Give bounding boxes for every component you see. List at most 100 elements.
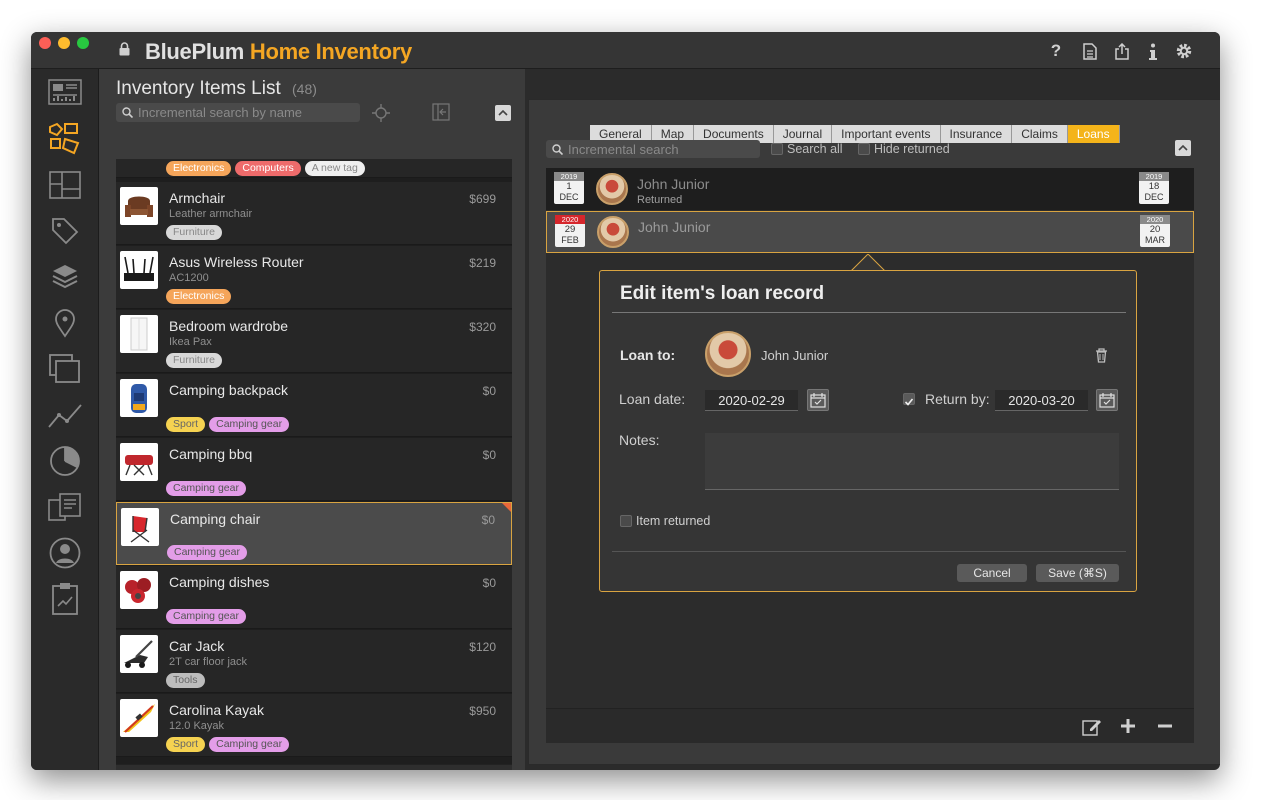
zoom-window-button[interactable] — [77, 37, 89, 49]
loan-date-field[interactable]: 2020-02-29 — [705, 390, 798, 411]
reports-icon[interactable] — [47, 490, 83, 524]
tag-list: Camping gear — [167, 545, 247, 560]
scroll-up-button[interactable] — [495, 105, 511, 121]
search-all-checkbox[interactable] — [771, 143, 783, 155]
item-returned-checkbox[interactable] — [620, 515, 632, 527]
list-item[interactable]: Electronics Computers A new tag — [116, 159, 512, 178]
pie-chart-icon[interactable] — [47, 444, 83, 478]
item-search-input[interactable]: Incremental search by name — [116, 103, 360, 122]
list-item[interactable]: Armchair Leather armchair $699 Furniture — [116, 182, 512, 245]
item-thumbnail — [120, 315, 158, 353]
title-bar: BluePlum Home Inventory ? — [31, 32, 1220, 69]
borrower-avatar[interactable] — [705, 331, 751, 377]
app-product: Home Inventory — [249, 39, 412, 64]
dashboard-icon[interactable] — [47, 75, 83, 109]
return-by-field[interactable]: 2020-03-20 — [995, 390, 1088, 411]
tag-electronics[interactable]: Electronics — [166, 161, 232, 176]
clipboard-icon[interactable] — [47, 582, 83, 616]
share-icon[interactable] — [1113, 42, 1131, 60]
loan-to-date: 2020 20 MAR — [1140, 215, 1170, 247]
tag-camping-gear[interactable]: Camping gear — [166, 609, 246, 624]
loan-row-selected[interactable]: 2020 29 FEB John Junior 2020 20 MAR — [546, 211, 1194, 253]
inventory-list[interactable]: Electronics Computers A new tag Armchair… — [116, 159, 512, 764]
loan-toolbar — [546, 708, 1194, 743]
location-pin-icon[interactable] — [47, 306, 83, 340]
line-chart-icon[interactable] — [47, 398, 83, 432]
tag-furniture[interactable]: Furniture — [166, 353, 223, 368]
tag-electronics[interactable]: Electronics — [166, 289, 232, 304]
help-icon[interactable]: ? — [1047, 41, 1065, 60]
return-by-checkbox[interactable] — [903, 393, 915, 406]
list-item[interactable]: Camping bbq $0 Camping gear — [116, 438, 512, 501]
list-item[interactable]: Car Jack 2T car floor jack $120 Tools — [116, 630, 512, 693]
loan-to-year: 2019 — [1139, 172, 1169, 181]
tab-journal[interactable]: Journal — [773, 125, 833, 143]
tag-sport[interactable]: Sport — [166, 737, 206, 752]
loan-to-date: 2019 18 DEC — [1139, 172, 1169, 204]
loan-scroll-up-button[interactable] — [1175, 140, 1191, 156]
calendar-icon — [1099, 393, 1115, 408]
loan-status: Returned — [637, 194, 683, 206]
tag-list: Electronics Computers A new tag — [166, 161, 365, 176]
document-icon[interactable] — [1081, 42, 1099, 60]
info-icon[interactable] — [1144, 42, 1162, 60]
tag-new[interactable]: A new tag — [304, 161, 365, 176]
tab-claims[interactable]: Claims — [1012, 125, 1068, 143]
item-thumbnail — [120, 443, 158, 481]
edit-icon[interactable] — [1082, 718, 1102, 736]
tag-icon[interactable] — [47, 214, 83, 248]
flag-corner-icon — [502, 503, 511, 512]
tag-camping-gear[interactable]: Camping gear — [209, 737, 290, 752]
item-name: Carolina Kayak — [169, 702, 264, 718]
loan-date-picker-button[interactable] — [807, 389, 829, 411]
loan-row[interactable]: 2019 1 DEC John Junior Returned 2019 18 … — [546, 168, 1194, 210]
list-item[interactable]: Asus Wireless Router AC1200 $219 Electro… — [116, 246, 512, 309]
item-thumbnail — [120, 635, 158, 673]
notes-textarea[interactable] — [705, 433, 1119, 490]
tag-furniture[interactable]: Furniture — [166, 225, 223, 240]
trash-icon[interactable] — [1095, 348, 1108, 363]
layers-icon[interactable] — [47, 260, 83, 294]
remove-icon[interactable] — [1157, 718, 1173, 734]
item-thumbnail — [120, 379, 158, 417]
lock-icon[interactable] — [119, 42, 130, 56]
inventory-items-icon[interactable] — [47, 121, 83, 155]
borrower-name: John Junior — [638, 219, 711, 235]
tab-loans[interactable]: Loans — [1067, 125, 1120, 143]
item-count: (48) — [292, 81, 317, 97]
list-item[interactable]: Camping dishes $0 Camping gear — [116, 566, 512, 629]
list-item[interactable]: Carolina Kayak 12.0 Kayak $950 Sport Cam… — [116, 694, 512, 757]
tag-list: Sport Camping gear — [166, 417, 290, 432]
loan-search-input[interactable]: Incremental search — [546, 140, 760, 158]
loan-from-month: DEC — [559, 192, 579, 202]
inventory-list-panel: Inventory Items List (48) Incremental se… — [99, 69, 525, 770]
minimize-window-button[interactable] — [58, 37, 70, 49]
tag-sport[interactable]: Sport — [166, 417, 206, 432]
user-icon[interactable] — [47, 536, 83, 570]
item-name: Armchair — [169, 190, 226, 206]
tag-camping-gear[interactable]: Camping gear — [166, 481, 246, 496]
item-price: $0 — [482, 576, 496, 590]
rooms-icon[interactable] — [47, 168, 83, 202]
gear-icon[interactable] — [1175, 42, 1193, 60]
collapse-panel-icon[interactable] — [432, 103, 450, 121]
item-description: AC1200 — [169, 272, 209, 284]
tag-tools[interactable]: Tools — [166, 673, 205, 688]
inventory-list-title: Inventory Items List (48) — [116, 78, 317, 100]
scan-icon[interactable] — [370, 102, 392, 124]
list-item[interactable]: Camping backpack $0 Sport Camping gear — [116, 374, 512, 437]
tab-important-events[interactable]: Important events — [832, 125, 941, 143]
tag-camping-gear[interactable]: Camping gear — [167, 545, 247, 560]
copies-icon[interactable] — [47, 352, 83, 386]
tag-camping-gear[interactable]: Camping gear — [209, 417, 290, 432]
tag-computers[interactable]: Computers — [235, 161, 301, 176]
add-icon[interactable] — [1120, 718, 1136, 734]
close-window-button[interactable] — [39, 37, 51, 49]
hide-returned-checkbox[interactable] — [858, 143, 870, 155]
list-item-selected[interactable]: Camping chair $0 Camping gear — [116, 502, 512, 565]
list-item[interactable]: Bedroom wardrobe Ikea Pax $320 Furniture — [116, 310, 512, 373]
tab-insurance[interactable]: Insurance — [940, 125, 1013, 143]
save-button[interactable]: Save (⌘S) — [1036, 564, 1119, 582]
return-date-picker-button[interactable] — [1096, 389, 1118, 411]
cancel-button[interactable]: Cancel — [957, 564, 1027, 582]
